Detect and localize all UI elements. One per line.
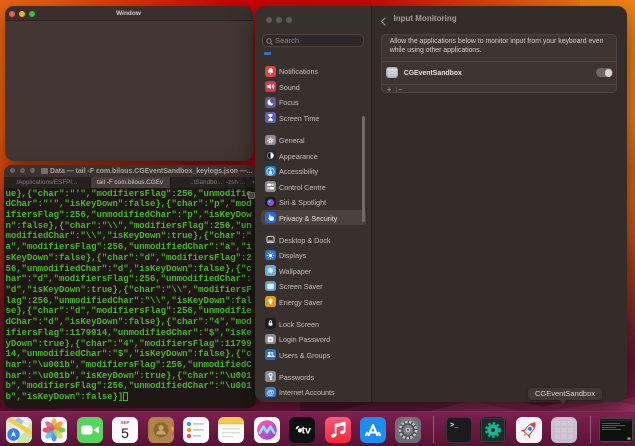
- svg-text:5: 5: [121, 425, 129, 441]
- svg-text:>_: >_: [450, 422, 459, 430]
- svg-text:tv: tv: [302, 424, 311, 436]
- svg-text:@: @: [267, 388, 274, 397]
